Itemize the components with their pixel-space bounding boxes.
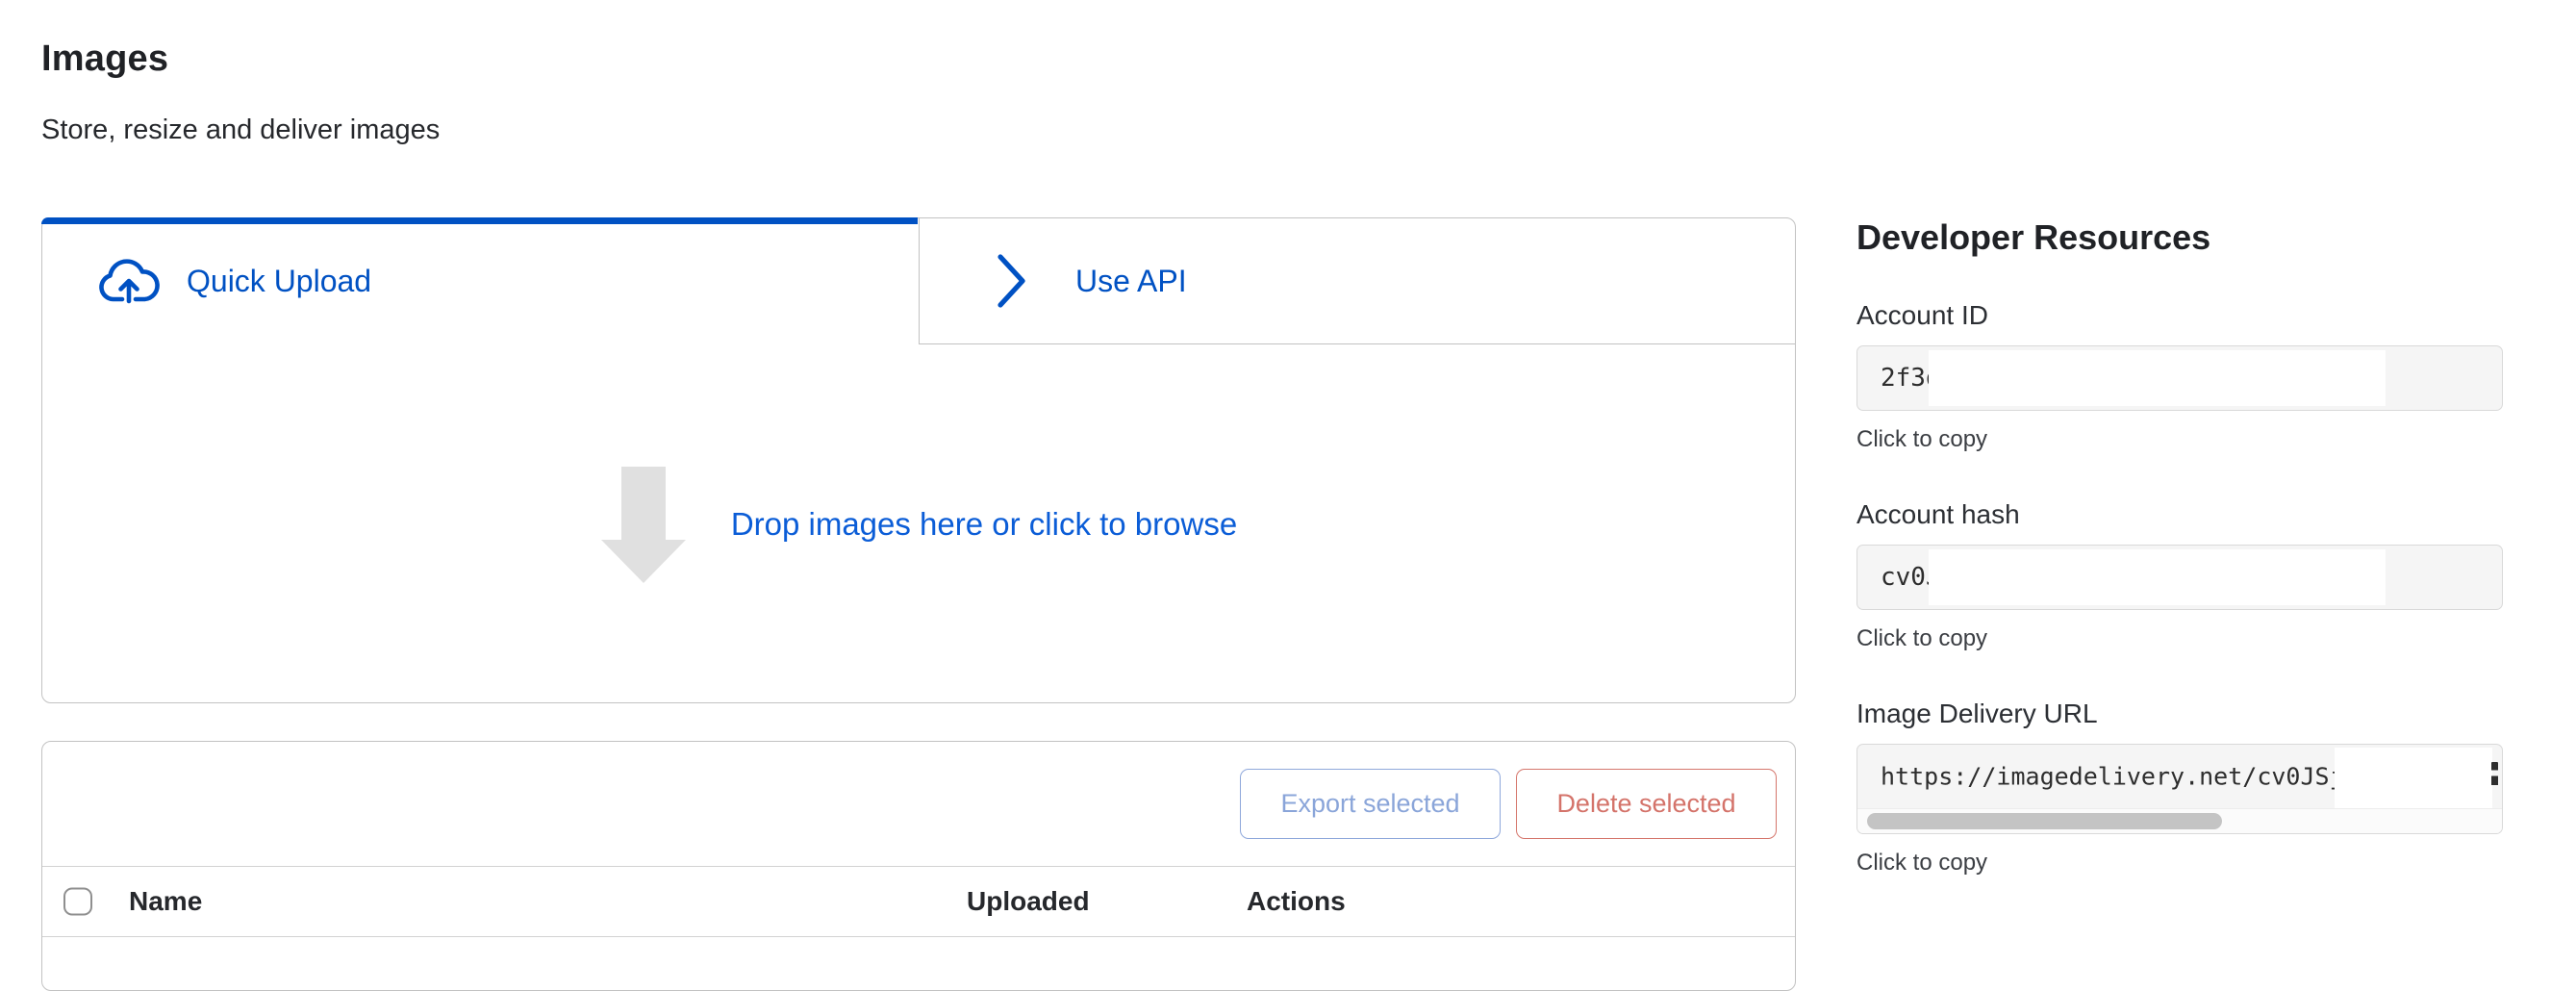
table-toolbar: Export selected Delete selected bbox=[42, 742, 1795, 867]
developer-resources-title: Developer Resources bbox=[1856, 217, 2503, 258]
column-header-actions: Actions bbox=[1247, 886, 1346, 917]
horizontal-scrollbar-thumb[interactable] bbox=[1867, 813, 2222, 829]
upload-card: Quick Upload Use API Drop images here or… bbox=[41, 217, 1796, 703]
horizontal-scrollbar bbox=[1857, 808, 2502, 833]
image-delivery-url-copy-hint: Click to copy bbox=[1856, 850, 2503, 877]
image-delivery-url-value: https://imagedelivery.net/cv0JSj bbox=[1881, 763, 2344, 791]
developer-resources-panel: Developer Resources Account ID 2f3d Clic… bbox=[1856, 0, 2503, 877]
tab-quick-upload[interactable]: Quick Upload bbox=[42, 218, 919, 344]
redaction-overlay bbox=[1929, 549, 2387, 605]
clipped-character-fragment bbox=[2491, 762, 2498, 787]
account-hash-copy-hint: Click to copy bbox=[1856, 625, 2503, 652]
images-table-card: Export selected Delete selected Name Upl… bbox=[41, 741, 1796, 991]
images-page: Images Store, resize and deliver images … bbox=[41, 0, 1796, 991]
account-id-field[interactable]: 2f3d bbox=[1856, 345, 2503, 411]
account-hash-label: Account hash bbox=[1856, 499, 2503, 530]
tab-use-api-label: Use API bbox=[1075, 264, 1187, 299]
down-arrow-icon bbox=[600, 467, 687, 583]
column-header-uploaded: Uploaded bbox=[967, 886, 1090, 917]
tab-use-api[interactable]: Use API bbox=[919, 218, 1795, 344]
delete-selected-button[interactable]: Delete selected bbox=[1516, 769, 1777, 839]
image-delivery-url-field[interactable]: https://imagedelivery.net/cv0JSj bbox=[1856, 744, 2503, 834]
account-hash-field[interactable]: cv0J bbox=[1856, 545, 2503, 610]
account-id-copy-hint: Click to copy bbox=[1856, 426, 2503, 453]
tab-quick-upload-label: Quick Upload bbox=[187, 264, 371, 299]
redaction-overlay bbox=[1929, 350, 2387, 406]
account-id-label: Account ID bbox=[1856, 300, 2503, 331]
upload-tabbar: Quick Upload Use API bbox=[42, 218, 1795, 344]
table-header-row: Name Uploaded Actions bbox=[42, 867, 1795, 937]
cloud-upload-icon bbox=[98, 259, 160, 304]
export-selected-button[interactable]: Export selected bbox=[1240, 769, 1501, 839]
select-all-checkbox[interactable] bbox=[63, 888, 92, 916]
chevron-right-icon bbox=[995, 252, 1029, 310]
column-header-name: Name bbox=[129, 886, 202, 917]
image-dropzone[interactable]: Drop images here or click to browse bbox=[42, 344, 1795, 704]
image-delivery-url-label: Image Delivery URL bbox=[1856, 699, 2503, 729]
active-tab-accent-bar bbox=[41, 217, 918, 224]
page-title: Images bbox=[41, 38, 1796, 80]
page-subtitle: Store, resize and deliver images bbox=[41, 114, 1796, 146]
image-delivery-url-text-row: https://imagedelivery.net/cv0JSj bbox=[1857, 745, 2502, 808]
redaction-overlay bbox=[2335, 748, 2492, 808]
dropzone-label: Drop images here or click to browse bbox=[731, 506, 1237, 543]
